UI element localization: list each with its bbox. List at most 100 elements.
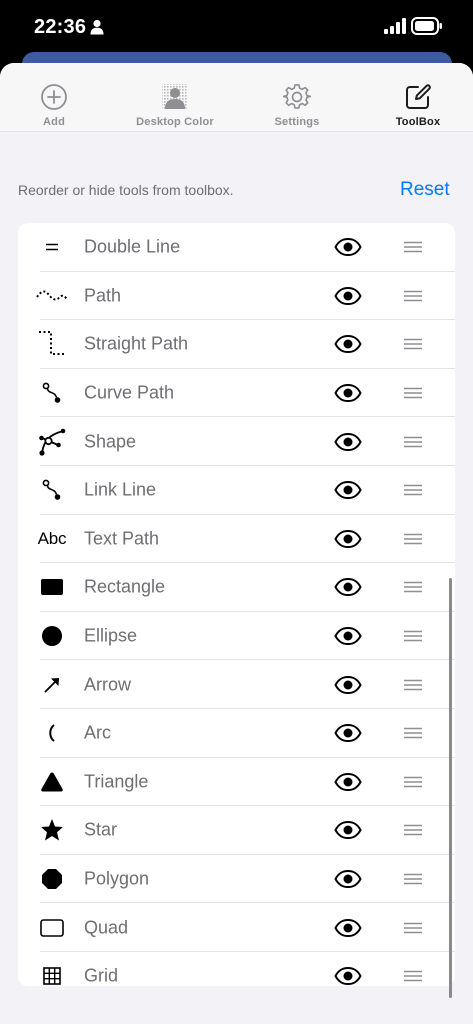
ellipse-icon (36, 622, 68, 650)
drag-handle-icon[interactable] (403, 873, 423, 885)
eye-icon[interactable] (334, 870, 362, 889)
shape-icon (36, 428, 68, 456)
tool-row-ellipse[interactable]: Ellipse (18, 612, 455, 661)
tool-row-link-line[interactable]: Link Line (18, 466, 455, 515)
tool-row-double-line[interactable]: Double Line (18, 223, 455, 272)
arc-icon (36, 719, 68, 747)
drag-handle-icon[interactable] (403, 922, 423, 934)
tool-label: Grid (84, 965, 119, 986)
tool-row-arc[interactable]: Arc (18, 709, 455, 758)
eye-icon[interactable] (334, 529, 362, 548)
tool-label: Shape (84, 431, 137, 452)
tool-label: Polygon (84, 868, 150, 889)
grid-icon (36, 962, 68, 986)
eye-icon[interactable] (334, 384, 362, 403)
tool-row-text-path[interactable]: Abc Text Path (18, 515, 455, 564)
tool-label: Arc (84, 722, 111, 743)
eye-icon[interactable] (334, 432, 362, 451)
drag-handle-icon[interactable] (403, 484, 423, 496)
drag-handle-icon[interactable] (403, 776, 423, 788)
tool-row-triangle[interactable]: Triangle (18, 758, 455, 807)
tool-row-polygon[interactable]: Polygon (18, 855, 455, 904)
tab-label: Desktop Color (136, 116, 214, 128)
tab-settings[interactable]: Settings (257, 63, 337, 132)
curve-path-icon (36, 379, 68, 407)
scrollbar[interactable] (449, 578, 452, 998)
eye-icon[interactable] (334, 481, 362, 500)
tool-row-arrow[interactable]: Arrow (18, 660, 455, 709)
tab-toolbox[interactable]: ToolBox (378, 63, 458, 132)
eye-icon[interactable] (334, 724, 362, 743)
tab-label: ToolBox (395, 116, 441, 128)
eye-icon[interactable] (334, 286, 362, 305)
star-icon (36, 816, 68, 844)
tab-bar: Add Desktop Color Settings ToolBox (0, 63, 473, 132)
tool-row-straight-path[interactable]: Straight Path (18, 320, 455, 369)
eye-icon[interactable] (334, 918, 362, 937)
tool-label: Double Line (84, 236, 181, 257)
eye-icon[interactable] (334, 967, 362, 986)
polygon-icon (36, 865, 68, 893)
reset-button[interactable]: Reset (400, 179, 450, 201)
tool-row-grid[interactable]: Grid (18, 952, 455, 986)
tool-row-rectangle[interactable]: Rectangle (18, 563, 455, 612)
drag-handle-icon[interactable] (403, 630, 423, 642)
tab-desktop-color[interactable]: Desktop Color (125, 63, 225, 132)
tab-add[interactable]: Add (14, 63, 94, 132)
drag-handle-icon[interactable] (403, 581, 423, 593)
status-time: 22:36 (34, 16, 87, 38)
plus-circle-icon (41, 84, 67, 110)
hint-text: Reorder or hide tools from toolbox. (18, 182, 234, 198)
drag-handle-icon[interactable] (403, 727, 423, 739)
drag-handle-icon[interactable] (403, 338, 423, 350)
tool-row-quad[interactable]: Quad (18, 903, 455, 952)
drag-handle-icon[interactable] (403, 824, 423, 836)
text-path-icon: Abc (37, 528, 67, 548)
gear-icon (283, 84, 311, 109)
drag-handle-icon[interactable] (403, 533, 423, 545)
triangle-icon (36, 768, 68, 796)
tool-label: Arrow (84, 674, 132, 695)
drag-handle-icon[interactable] (403, 970, 423, 982)
tool-label: Curve Path (84, 382, 175, 403)
eye-icon[interactable] (334, 821, 362, 840)
double-line-icon (36, 233, 68, 261)
tool-label: Quad (84, 917, 129, 938)
tool-row-star[interactable]: Star (18, 806, 455, 855)
drag-handle-icon[interactable] (403, 241, 423, 253)
tool-label: Ellipse (84, 625, 138, 646)
quad-icon (36, 914, 68, 942)
eye-icon[interactable] (334, 578, 362, 597)
tool-label: Text Path (84, 528, 160, 549)
eye-icon[interactable] (334, 627, 362, 646)
eye-icon[interactable] (334, 772, 362, 791)
status-bar: 22:36 (0, 0, 473, 56)
desktop-color-icon (162, 84, 188, 110)
tool-label: Rectangle (84, 576, 166, 597)
drag-handle-icon[interactable] (403, 387, 423, 399)
eye-icon[interactable] (334, 335, 362, 354)
tool-row-shape[interactable]: Shape (18, 417, 455, 466)
person-icon (90, 19, 104, 35)
drag-handle-icon[interactable] (403, 290, 423, 302)
tool-label: Link Line (84, 479, 157, 500)
drag-handle-icon[interactable] (403, 679, 423, 691)
path-icon (36, 282, 68, 310)
tool-list: Double Line Path Straight Path Curve Pat… (18, 223, 455, 986)
tab-label: Add (43, 116, 65, 128)
toolbox-edit-icon (406, 84, 431, 109)
cellular-signal-icon (384, 18, 406, 34)
tool-label: Straight Path (84, 333, 189, 354)
tool-label: Triangle (84, 771, 149, 792)
rectangle-icon (36, 573, 68, 601)
drag-handle-icon[interactable] (403, 436, 423, 448)
eye-icon[interactable] (334, 675, 362, 694)
tool-row-curve-path[interactable]: Curve Path (18, 369, 455, 418)
tool-label: Star (84, 819, 118, 840)
tool-row-path[interactable]: Path (18, 272, 455, 321)
tab-label: Settings (274, 116, 320, 128)
toolbox-settings-sheet: Add Desktop Color Settings ToolBox Reord… (0, 63, 473, 1024)
arrow-icon (36, 671, 68, 699)
battery-icon (411, 17, 442, 35)
eye-icon[interactable] (334, 238, 362, 257)
